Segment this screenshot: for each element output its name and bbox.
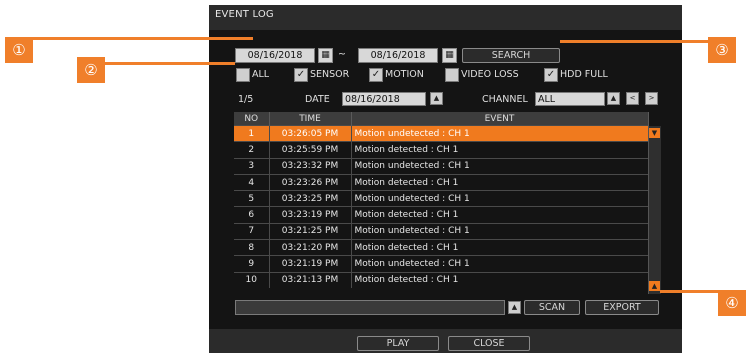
row-no: 4 bbox=[234, 173, 270, 191]
header-time: TIME bbox=[269, 112, 352, 126]
row-event: Motion undetected : CH 1 bbox=[351, 190, 649, 207]
sensor-checkbox[interactable]: ✓ bbox=[294, 68, 308, 82]
row-time: 03:23:26 PM bbox=[269, 173, 352, 191]
callout-1-line bbox=[33, 37, 253, 40]
table-row[interactable]: 3 03:23:32 PM Motion undetected : CH 1 bbox=[234, 157, 649, 175]
hdd-full-label: HDD FULL bbox=[560, 69, 608, 80]
table-row[interactable]: 2 03:25:59 PM Motion detected : CH 1 bbox=[234, 141, 649, 159]
table-row[interactable]: 10 03:21:13 PM Motion detected : CH 1 bbox=[234, 271, 649, 288]
next-page-icon[interactable]: > bbox=[645, 92, 658, 105]
row-no: 8 bbox=[234, 239, 270, 256]
callout-2-line bbox=[105, 62, 235, 65]
table-row[interactable]: 1 03:26:05 PM Motion undetected : CH 1 bbox=[234, 124, 649, 142]
callout-3-line bbox=[560, 40, 708, 43]
row-time: 03:23:19 PM bbox=[269, 206, 352, 224]
motion-label: MOTION bbox=[385, 69, 424, 80]
row-no: 2 bbox=[234, 141, 270, 159]
table-row[interactable]: 8 03:21:20 PM Motion detected : CH 1 bbox=[234, 239, 649, 256]
row-no: 6 bbox=[234, 206, 270, 224]
table-row[interactable]: 5 03:23:25 PM Motion undetected : CH 1 bbox=[234, 190, 649, 207]
table-row[interactable]: 6 03:23:19 PM Motion detected : CH 1 bbox=[234, 206, 649, 224]
row-time: 03:23:25 PM bbox=[269, 190, 352, 207]
row-event: Motion detected : CH 1 bbox=[351, 206, 649, 224]
hdd-full-checkbox[interactable]: ✓ bbox=[544, 68, 558, 82]
play-button[interactable]: PLAY bbox=[357, 336, 439, 351]
from-date-field[interactable]: 08/16/2018 bbox=[235, 48, 315, 63]
video-loss-label: VIDEO LOSS bbox=[461, 69, 519, 80]
scroll-down-icon[interactable]: ▼ bbox=[649, 128, 660, 138]
callout-4-line bbox=[660, 290, 718, 293]
sensor-label: SENSOR bbox=[310, 69, 350, 80]
row-time: 03:26:05 PM bbox=[269, 124, 352, 142]
prev-page-icon[interactable]: < bbox=[626, 92, 639, 105]
row-time: 03:21:13 PM bbox=[269, 271, 352, 288]
row-no: 7 bbox=[234, 222, 270, 240]
to-date-field[interactable]: 08/16/2018 bbox=[358, 48, 438, 63]
video-loss-checkbox[interactable] bbox=[445, 68, 459, 82]
storage-dropdown-icon[interactable]: ▲ bbox=[508, 301, 521, 314]
callout-4: ④ bbox=[718, 290, 746, 316]
from-calendar-icon[interactable]: ▦ bbox=[318, 48, 333, 63]
export-button[interactable]: EXPORT bbox=[585, 300, 659, 315]
page-indicator: 1/5 bbox=[238, 94, 254, 105]
date-filter-field[interactable]: 08/16/2018 bbox=[342, 92, 426, 106]
to-calendar-icon[interactable]: ▦ bbox=[442, 48, 457, 63]
row-time: 03:23:32 PM bbox=[269, 157, 352, 175]
callout-1: ① bbox=[5, 37, 33, 63]
all-label: ALL bbox=[252, 69, 270, 80]
row-event: Motion undetected : CH 1 bbox=[351, 157, 649, 175]
row-no: 3 bbox=[234, 157, 270, 175]
table-header: NO TIME EVENT bbox=[234, 112, 649, 126]
row-event: Motion detected : CH 1 bbox=[351, 239, 649, 256]
row-event: Motion undetected : CH 1 bbox=[351, 124, 649, 142]
row-time: 03:21:20 PM bbox=[269, 239, 352, 256]
all-checkbox[interactable] bbox=[236, 68, 250, 82]
event-table: NO TIME EVENT 1 03:26:05 PM Motion undetec… bbox=[234, 112, 661, 295]
callout-2: ② bbox=[77, 57, 105, 83]
date-filter-dropdown-icon[interactable]: ▲ bbox=[430, 92, 443, 105]
channel-label: CHANNEL bbox=[482, 94, 528, 105]
search-button[interactable]: SEARCH bbox=[462, 48, 560, 63]
row-time: 03:25:59 PM bbox=[269, 141, 352, 159]
table-row[interactable]: 7 03:21:25 PM Motion undetected : CH 1 bbox=[234, 222, 649, 240]
motion-checkbox[interactable]: ✓ bbox=[369, 68, 383, 82]
row-event: Motion detected : CH 1 bbox=[351, 173, 649, 191]
header-event: EVENT bbox=[351, 112, 649, 126]
row-no: 9 bbox=[234, 255, 270, 273]
row-no: 5 bbox=[234, 190, 270, 207]
row-time: 03:21:25 PM bbox=[269, 222, 352, 240]
dialog-title: EVENT LOG bbox=[215, 9, 274, 20]
date-range-separator: ~ bbox=[338, 49, 346, 60]
storage-select[interactable] bbox=[235, 300, 505, 315]
date-label: DATE bbox=[305, 94, 330, 105]
row-no: 10 bbox=[234, 271, 270, 288]
row-no: 1 bbox=[234, 124, 270, 142]
row-time: 03:21:19 PM bbox=[269, 255, 352, 273]
channel-dropdown-icon[interactable]: ▲ bbox=[607, 92, 620, 105]
row-event: Motion undetected : CH 1 bbox=[351, 222, 649, 240]
table-row[interactable]: 9 03:21:19 PM Motion undetected : CH 1 bbox=[234, 255, 649, 273]
channel-select[interactable]: ALL bbox=[535, 92, 605, 106]
row-event: Motion detected : CH 1 bbox=[351, 271, 649, 288]
close-button[interactable]: CLOSE bbox=[448, 336, 530, 351]
row-event: Motion undetected : CH 1 bbox=[351, 255, 649, 273]
callout-3: ③ bbox=[708, 37, 736, 63]
scan-button[interactable]: SCAN bbox=[524, 300, 580, 315]
header-no: NO bbox=[234, 112, 270, 126]
table-scrollbar[interactable] bbox=[648, 126, 661, 294]
scroll-up-icon[interactable]: ▲ bbox=[649, 281, 660, 291]
table-row[interactable]: 4 03:23:26 PM Motion detected : CH 1 bbox=[234, 173, 649, 191]
row-event: Motion detected : CH 1 bbox=[351, 141, 649, 159]
footer-bar bbox=[209, 329, 682, 353]
title-bar bbox=[209, 5, 682, 30]
